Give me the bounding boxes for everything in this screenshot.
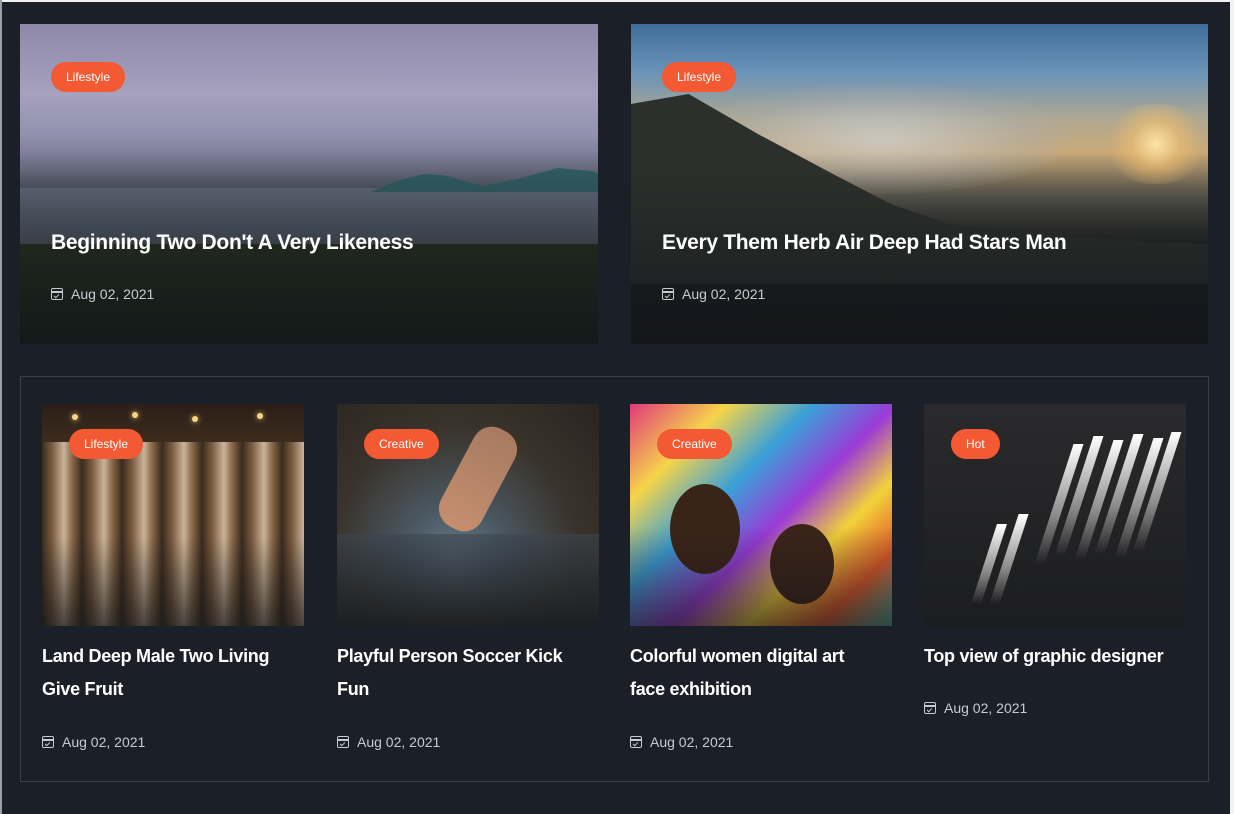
post-grid-panel: Lifestyle Land Deep Male Two Living Give… bbox=[20, 376, 1209, 782]
post-date: Aug 02, 2021 bbox=[924, 700, 1027, 716]
category-badge[interactable]: Hot bbox=[951, 429, 1000, 459]
hand-shape bbox=[431, 419, 525, 539]
post-date: Aug 02, 2021 bbox=[630, 734, 733, 750]
category-badge[interactable]: Creative bbox=[364, 429, 439, 459]
puzzle-table-shape bbox=[337, 534, 599, 626]
featured-post-card[interactable]: Lifestyle Every Them Herb Air Deep Had S… bbox=[631, 24, 1208, 344]
calendar-icon bbox=[42, 736, 54, 748]
post-date-text: Aug 02, 2021 bbox=[682, 286, 766, 302]
category-badge[interactable]: Creative bbox=[657, 429, 732, 459]
category-badge[interactable]: Lifestyle bbox=[662, 62, 737, 92]
post-title[interactable]: Playful Person Soccer Kick Fun bbox=[337, 640, 587, 706]
post-thumbnail[interactable]: Creative bbox=[630, 404, 892, 626]
frame-left-edge bbox=[0, 0, 2, 814]
post-date-text: Aug 02, 2021 bbox=[71, 286, 155, 302]
post-date: Aug 02, 2021 bbox=[42, 734, 145, 750]
post-title[interactable]: Top view of graphic designer bbox=[924, 640, 1174, 673]
post-date-text: Aug 02, 2021 bbox=[357, 734, 441, 750]
post-date: Aug 02, 2021 bbox=[51, 286, 154, 302]
post-title[interactable]: Beginning Two Don't A Very Likeness bbox=[51, 230, 571, 256]
calendar-icon bbox=[662, 288, 674, 300]
post-card: Hot Top view of graphic designer Aug 02,… bbox=[924, 404, 1186, 764]
post-title[interactable]: Colorful women digital art face exhibiti… bbox=[630, 640, 880, 706]
calendar-icon bbox=[337, 736, 349, 748]
post-date-text: Aug 02, 2021 bbox=[62, 734, 146, 750]
category-badge[interactable]: Lifestyle bbox=[51, 62, 126, 92]
lamp-light bbox=[257, 413, 263, 419]
post-card: Creative Playful Person Soccer Kick Fun … bbox=[337, 404, 599, 764]
calendar-icon bbox=[51, 288, 63, 300]
featured-post-card[interactable]: Lifestyle Beginning Two Don't A Very Lik… bbox=[20, 24, 598, 344]
post-title[interactable]: Land Deep Male Two Living Give Fruit bbox=[42, 640, 292, 706]
calendar-icon bbox=[630, 736, 642, 748]
post-thumbnail[interactable]: Hot bbox=[924, 404, 1186, 626]
lamp-light bbox=[132, 412, 138, 418]
category-badge[interactable]: Lifestyle bbox=[69, 429, 144, 459]
frame-top-edge bbox=[0, 0, 1234, 2]
lamp-light bbox=[72, 414, 78, 420]
post-card: Lifestyle Land Deep Male Two Living Give… bbox=[42, 404, 304, 764]
post-date-text: Aug 02, 2021 bbox=[650, 734, 734, 750]
calendar-icon bbox=[924, 702, 936, 714]
post-date: Aug 02, 2021 bbox=[337, 734, 440, 750]
post-card: Creative Colorful women digital art face… bbox=[630, 404, 892, 764]
lamp-light bbox=[192, 416, 198, 422]
post-thumbnail[interactable]: Lifestyle bbox=[42, 404, 304, 626]
post-date: Aug 02, 2021 bbox=[662, 286, 765, 302]
post-thumbnail[interactable]: Creative bbox=[337, 404, 599, 626]
post-date-text: Aug 02, 2021 bbox=[944, 700, 1028, 716]
frame-right-edge bbox=[1230, 0, 1234, 814]
post-title[interactable]: Every Them Herb Air Deep Had Stars Man bbox=[662, 230, 1182, 256]
